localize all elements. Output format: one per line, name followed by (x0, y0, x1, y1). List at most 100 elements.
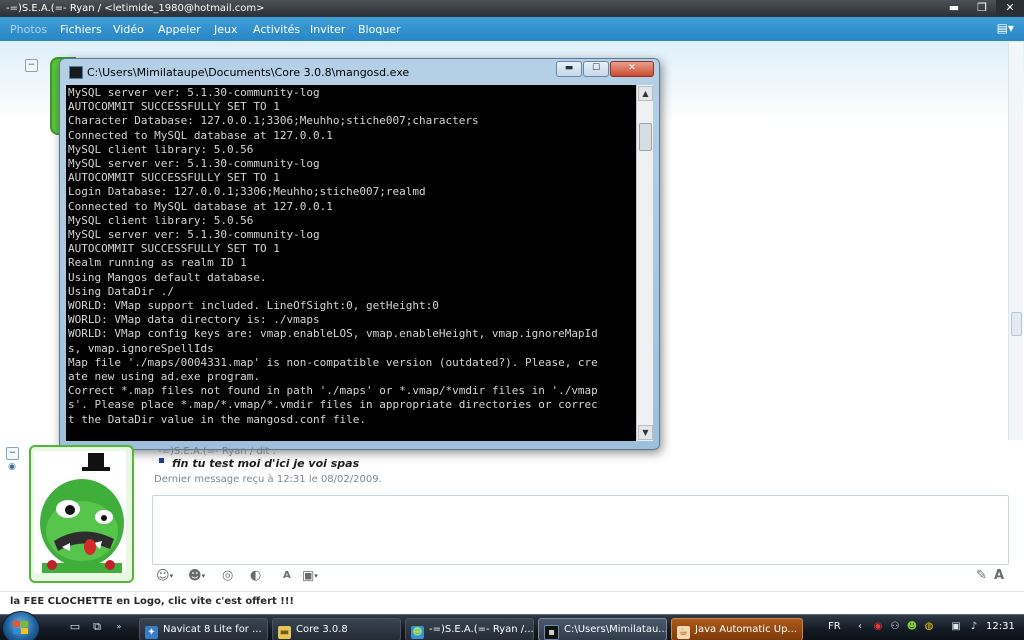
taskbar-item-label: C:\Users\Mimilatau... (564, 624, 667, 635)
window-title: -=)S.E.A.(=- Ryan / <letimide_1980@hotma… (6, 3, 265, 14)
antivirus-icon[interactable]: ◉ (872, 621, 884, 633)
ad-text[interactable]: la FEE CLOCHETTE en Logo, clic vite c'es… (10, 596, 294, 607)
message-sender: -=)S.E.A.(=- Ryan / dit : (158, 446, 276, 457)
webcam-icon[interactable]: ◉ (7, 462, 17, 472)
voice-clip-icon[interactable]: ◐ (250, 568, 261, 584)
message-text: fin tu test moi d'ici je voi spas (172, 457, 360, 470)
last-message-status: Dernier message reçu à 12:31 le 08/02/20… (154, 474, 382, 485)
switch-windows-icon[interactable]: ⧉ (90, 620, 104, 634)
taskbar-item-label: -=)S.E.A.(=- Ryan /... (429, 624, 534, 635)
console-line: AUTOCOMMIT SUCCESSFULLY SET TO 1 (68, 242, 280, 256)
taskbar-item-core[interactable]: ▬ Core 3.0.8 (272, 618, 401, 640)
menu-bloquer[interactable]: Bloquer (358, 23, 401, 36)
console-line: Correct *.map files not found in path '.… (68, 384, 598, 398)
menu-appeler[interactable]: Appeler (158, 23, 201, 36)
console-close-button[interactable]: ✕ (610, 61, 654, 77)
console-line: t the DataDir value in the mangosd.conf … (68, 412, 367, 426)
console-line: Connected to MySQL database at 127.0.0.1 (68, 128, 333, 142)
messenger-tray-icon[interactable]: ☻ (906, 621, 918, 633)
taskbar: ▭ ⧉ » ✦ Navicat 8 Lite for ... ▬ Core 3.0.… (0, 611, 1024, 640)
console-scroll-thumb[interactable] (639, 123, 652, 151)
console-line: Login Database: 127.0.0.1;3306;Meuhho;st… (68, 185, 426, 199)
console-scrollbar[interactable]: ▲ ▼ (636, 85, 653, 441)
windows-logo-icon (13, 621, 29, 635)
font-icon[interactable]: A (283, 568, 291, 584)
clock[interactable]: 12:31 (986, 621, 1015, 632)
console-line: s'. Please place *.map/*.vmap/*.vmdir fi… (68, 398, 598, 412)
wink-icon[interactable]: ☻▾ (188, 568, 205, 584)
update-tray-icon[interactable]: ◍ (923, 621, 935, 633)
taskbar-item-navicat[interactable]: ✦ Navicat 8 Lite for ... (139, 618, 268, 640)
language-indicator[interactable]: FR (828, 621, 841, 632)
menu-activites[interactable]: Activités (253, 23, 300, 36)
console-line: AUTOCOMMIT SUCCESSFULLY SET TO 1 (68, 171, 280, 185)
taskbar-item-messenger[interactable]: ☻ -=)S.E.A.(=- Ryan /... (405, 618, 534, 640)
menu-inviter[interactable]: Inviter (310, 23, 345, 36)
handwriting-icon[interactable]: ✎ (976, 568, 987, 584)
scroll-down-icon[interactable]: ▼ (638, 425, 653, 440)
nudge-icon[interactable]: ◎ (222, 568, 233, 584)
console-line: MySQL client library: 5.0.56 (68, 142, 254, 156)
console-lines: MySQL server ver: 5.1.30-community-log AU… (68, 86, 598, 427)
console-window-controls: ▬ ☐ ✕ (556, 61, 654, 77)
show-desktop-icon[interactable]: ▭ (68, 620, 82, 634)
close-button[interactable]: ✕ (996, 0, 1024, 16)
menu-jeux[interactable]: Jeux (214, 23, 238, 36)
window-controls: ▬ ❐ ✕ (940, 0, 1024, 17)
console-line: MySQL server ver: 5.1.30-community-log (68, 228, 320, 242)
quick-launch-more-icon[interactable]: » (112, 620, 126, 634)
collapse-own-picture-icon[interactable]: − (6, 447, 19, 460)
console-line: s, vmap.ignoreSpellIds (68, 341, 214, 355)
console-maximize-button[interactable]: ☐ (583, 61, 609, 77)
taskbar-item-label: Core 3.0.8 (296, 624, 348, 635)
maximize-button[interactable]: ❐ (968, 0, 996, 16)
menu-options-icon[interactable]: ▤▾ (997, 21, 1014, 35)
navicat-icon: ✦ (145, 626, 158, 639)
start-button[interactable] (2, 611, 40, 640)
text-icon[interactable]: A (994, 568, 1004, 584)
folder-icon: ▬ (278, 626, 291, 639)
messenger-icon: ☻ (411, 626, 424, 639)
console-line: AUTOCOMMIT SUCCESSFULLY SET TO 1 (68, 100, 280, 114)
display-tray-icon[interactable]: ▣ (950, 621, 962, 633)
ad-banner[interactable]: la FEE CLOCHETTE en Logo, clic vite c'es… (0, 591, 1024, 614)
avatar[interactable] (34, 451, 126, 573)
console-line: Map file './maps/0004331.map' is non-com… (68, 355, 598, 369)
minimize-button[interactable]: ▬ (940, 0, 968, 16)
emoticon-icon[interactable]: ☺▾ (156, 568, 173, 584)
network-tray-icon[interactable]: ⚇ (889, 621, 901, 633)
console-line: Using DataDir ./ (68, 284, 174, 298)
conversation-scrollbar[interactable] (1008, 42, 1023, 440)
console-minimize-button[interactable]: ▬ (556, 61, 582, 77)
console-line: WORLD: VMap config keys are: vmap.enable… (68, 327, 598, 341)
avatar-character-icon (34, 451, 126, 573)
menu-video[interactable]: Vidéo (113, 23, 144, 36)
menubar: Photos Fichiers Vidéo Appeler Jeux Activ… (0, 17, 1024, 41)
message-bullet-icon (159, 458, 164, 463)
tray-expand-icon[interactable]: ‹ (854, 621, 866, 633)
console-line: MySQL server ver: 5.1.30-community-log (68, 86, 320, 99)
collapse-contact-icon[interactable]: − (25, 59, 38, 72)
format-toolbar: ☺▾ ☻▾ ◎ ◐ A ▣▾ ✎ A (150, 565, 1010, 587)
console-line: MySQL server ver: 5.1.30-community-log (68, 157, 320, 171)
scrollbar-thumb[interactable] (1011, 312, 1022, 336)
console-line: WORLD: VMap support included. LineOfSigh… (68, 299, 439, 313)
taskbar-item-java[interactable]: ☕ Java Automatic Up... (671, 618, 803, 640)
menu-photos[interactable]: Photos (10, 23, 47, 36)
taskbar-item-label: Java Automatic Up... (695, 624, 797, 635)
message-input[interactable] (152, 495, 1009, 565)
menu-fichiers[interactable]: Fichiers (60, 23, 102, 36)
console-line: Character Database: 127.0.0.1;3306;Meuhh… (68, 114, 479, 128)
messenger-titlebar: -=)S.E.A.(=- Ryan / <letimide_1980@hotma… (0, 0, 1024, 17)
console-line: Connected to MySQL database at 127.0.0.1 (68, 199, 333, 213)
console-window[interactable]: C:\Users\Mimilataupe\Documents\Core 3.0.… (59, 58, 660, 450)
scroll-up-icon[interactable]: ▲ (638, 86, 653, 101)
console-icon: ▪ (544, 625, 559, 640)
taskbar-item-label: Navicat 8 Lite for ... (163, 624, 262, 635)
volume-icon[interactable]: ♪ (968, 621, 980, 633)
console-line: ate new using ad.exe program. (68, 370, 261, 384)
taskbar-item-console[interactable]: ▪ C:\Users\Mimilatau... (538, 618, 667, 640)
console-line: Using Mangos default database. (68, 270, 267, 284)
console-app-icon (69, 66, 83, 79)
background-icon[interactable]: ▣▾ (302, 568, 318, 584)
